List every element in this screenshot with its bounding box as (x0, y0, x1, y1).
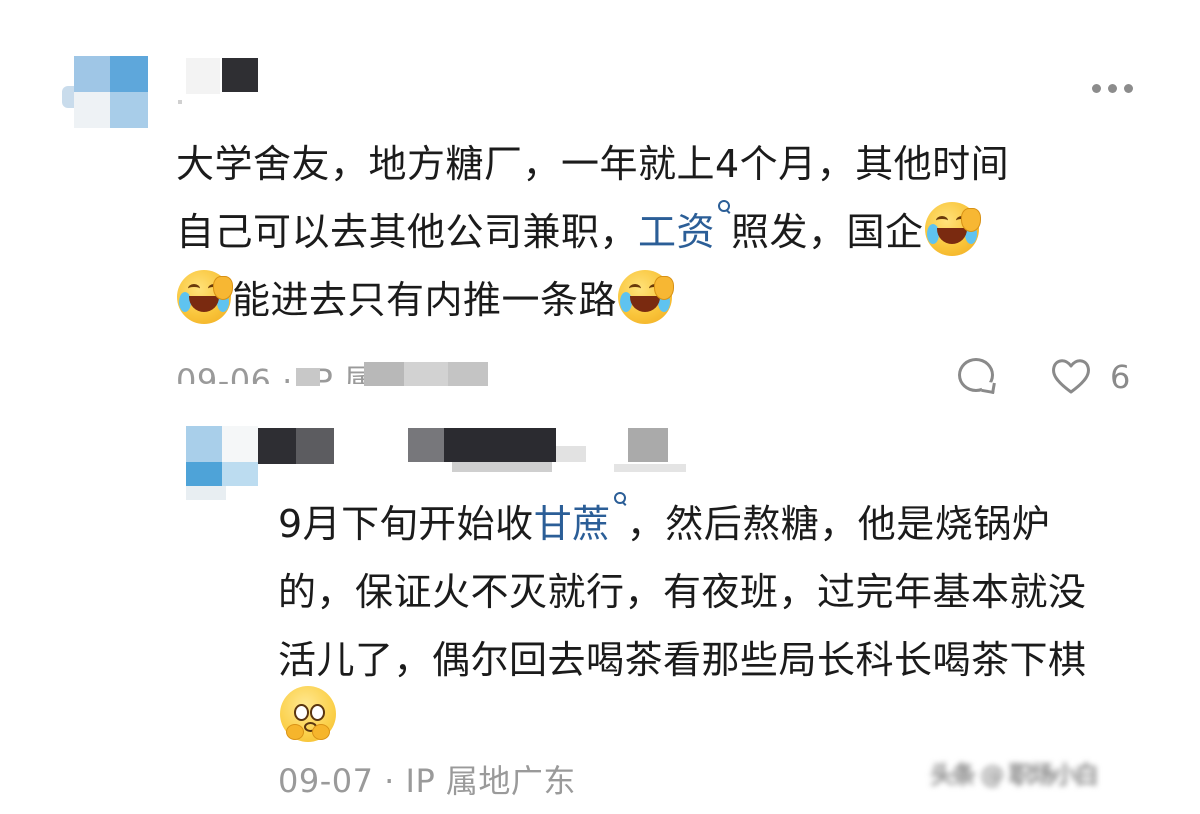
search-link-icon[interactable] (717, 200, 731, 224)
like-count: 6 (1110, 358, 1131, 396)
comment-line-3: 能进去只有内推一条路 (176, 266, 1009, 334)
laugh-cry-emoji-icon (177, 269, 233, 324)
reply-meta: 09-07 · IP 属地广东 (278, 762, 576, 800)
search-link-icon[interactable] (613, 492, 627, 516)
heart-icon[interactable] (1050, 356, 1092, 396)
keyword-link-sugarcane[interactable]: 甘蔗 (534, 502, 611, 546)
keyword-link-salary[interactable]: 工资 (638, 210, 715, 254)
reply-line-2: 的，保证火不灭就行，有夜班，过完年基本就没 (278, 570, 1087, 614)
laugh-cry-emoji-icon (924, 201, 981, 256)
laugh-cry-emoji-icon (618, 269, 675, 324)
reply-line-3: 活儿了，偶尔回去喝茶看那些局长科长喝茶下棋 (278, 638, 1087, 682)
shy-emoji-icon (280, 686, 336, 746)
more-options-button[interactable] (1092, 84, 1136, 96)
comment-line-1: 大学舍友，地方糖厂，一年就上4个月，其他时间 (176, 142, 1010, 186)
watermark: 头条 @ 职场小白 (930, 761, 1099, 789)
comment-bubble-icon[interactable] (958, 358, 994, 392)
reply-body: 9月下旬开始收甘蔗 ，然后熬糖，他是烧锅炉 的，保证火不灭就行，有夜班，过完年基本… (278, 490, 1087, 694)
comment-body: 大学舍友，地方糖厂，一年就上4个月，其他时间 自己可以去其他公司兼职，工资 照发，… (176, 130, 1009, 334)
comment-line-2: 自己可以去其他公司兼职，工资 照发，国企 (176, 198, 1009, 266)
reply-line-1: 9月下旬开始收甘蔗 ，然后熬糖，他是烧锅炉 (278, 490, 1087, 558)
